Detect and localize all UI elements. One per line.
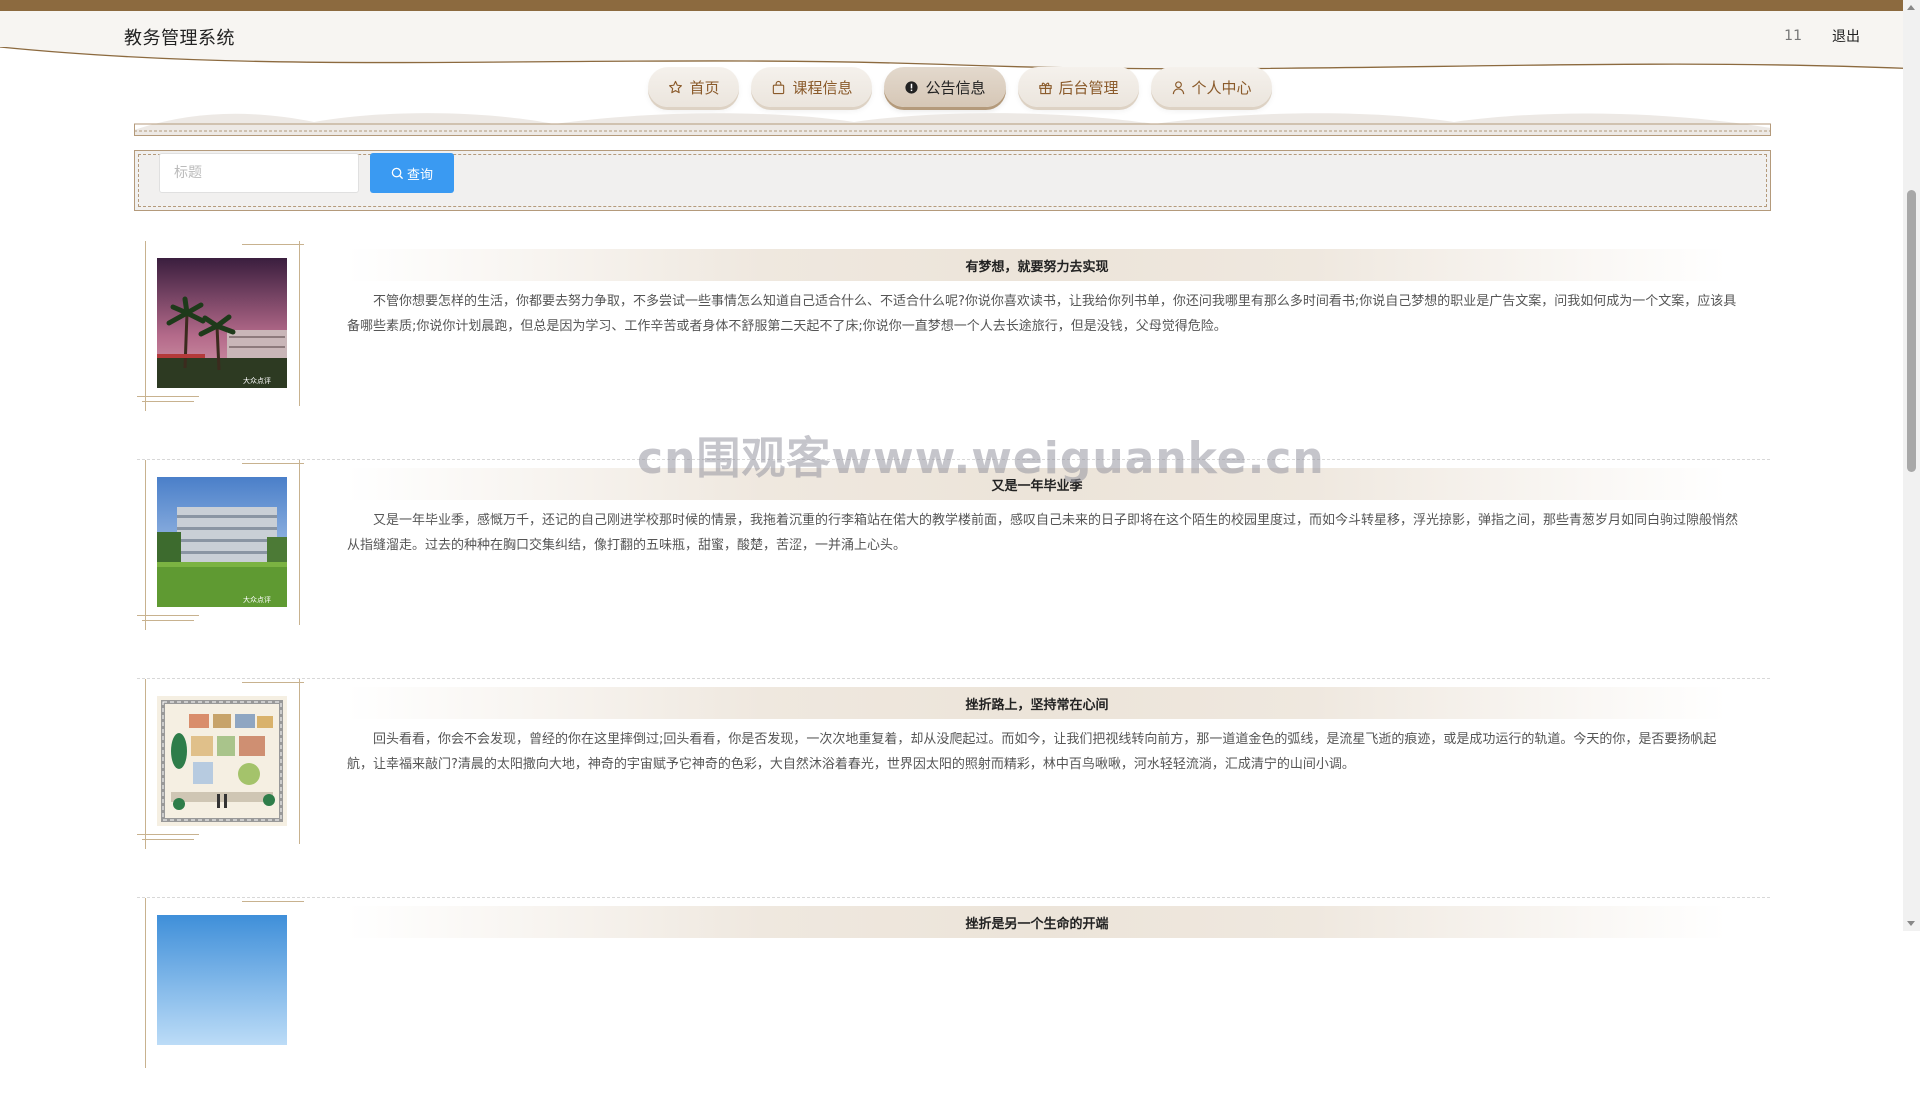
notice-thumbnail-sky[interactable] (157, 915, 287, 1045)
watermark: cn围观客www.weiguanke.cn (637, 433, 1325, 484)
thumbnail-frame: 大众点评 (137, 460, 307, 630)
nav-item-label: 个人中心 (1191, 78, 1252, 97)
notice-thumbnail-campus-night[interactable]: 大众点评 (157, 258, 287, 388)
notice-thumbnail-campus-map[interactable] (157, 696, 287, 826)
cloud-decoration-band (134, 113, 1771, 136)
thumbnail-frame (137, 898, 307, 1068)
user-icon (1172, 80, 1184, 94)
app-title: 教务管理系统 (124, 28, 235, 49)
logout-link[interactable]: 退出 (1832, 26, 1860, 46)
svg-text:大众点评: 大众点评 (243, 376, 271, 385)
notice-content: 不管你想要怎样的生活，你都要去努力争取，不多尝试一些事情怎么知道自己适合什么、不… (347, 294, 1737, 334)
nav-item-label: 课程信息 (792, 78, 853, 97)
notice-title[interactable]: 挫折是另一个生命的开端 (347, 906, 1727, 938)
star-icon (669, 80, 683, 93)
nav-item-home[interactable]: 首页 (648, 67, 740, 107)
current-user-name[interactable]: 11 (1784, 28, 1802, 44)
nav-item-label: 公告信息 (925, 78, 986, 97)
notice-content: 回头看看，你会不会发现，曾经的你在这里摔倒过;回头看看，你是否发现，一次次地重复… (347, 732, 1717, 772)
notice-content: 又是一年毕业季，感慨万千，还记的自己刚进学校那时候的情景，我拖着沉重的行李箱站在… (347, 513, 1739, 553)
alert-circle-icon (905, 80, 919, 94)
user-area: 11 退出 (1784, 26, 1860, 46)
search-button[interactable]: 查询 (370, 153, 454, 193)
nav-item-announcements[interactable]: 公告信息 (884, 67, 1006, 107)
announcement-list: 大众点评 有梦想，就要努力去实现 不管你想要怎样的生活，你都要去努力争取，不多尝… (137, 241, 1770, 1117)
nav-item-profile[interactable]: 个人中心 (1150, 67, 1272, 107)
scroll-down-arrow[interactable] (1907, 921, 1915, 926)
main-nav: 首页 课程信息 公告信息 后台管理 个人中心 (0, 67, 1920, 107)
search-icon (391, 167, 404, 179)
scrollbar-thumb[interactable] (1907, 190, 1916, 472)
top-accent-stripe (0, 0, 1920, 11)
gift-icon (1038, 82, 1052, 94)
search-input[interactable] (159, 153, 359, 193)
svg-text:大众点评: 大众点评 (243, 595, 271, 604)
nav-item-admin[interactable]: 后台管理 (1017, 67, 1139, 107)
notice-title[interactable]: 挫折路上，坚持常在心间 (347, 687, 1727, 719)
list-item: 大众点评 又是一年毕业季 又是一年毕业季，感慨万千，还记的自己刚进学校那时候的情… (137, 460, 1770, 679)
bag-icon (773, 80, 785, 94)
notice-thumbnail-campus-building[interactable]: 大众点评 (157, 477, 287, 607)
scroll-up-arrow[interactable] (1907, 5, 1915, 10)
thumbnail-frame: 大众点评 (137, 241, 307, 411)
list-item: 挫折路上，坚持常在心间 回头看看，你会不会发现，曾经的你在这里摔倒过;回头看看，… (137, 679, 1770, 898)
nav-item-courses[interactable]: 课程信息 (751, 67, 873, 107)
search-button-label: 查询 (406, 167, 433, 183)
nav-item-label: 首页 (689, 78, 720, 97)
search-panel: 查询 (134, 150, 1771, 211)
thumbnail-frame (137, 679, 307, 849)
page-scrollbar[interactable] (1903, 0, 1920, 931)
header (0, 11, 1920, 87)
nav-item-label: 后台管理 (1058, 78, 1119, 97)
notice-title[interactable]: 有梦想，就要努力去实现 (347, 249, 1727, 281)
